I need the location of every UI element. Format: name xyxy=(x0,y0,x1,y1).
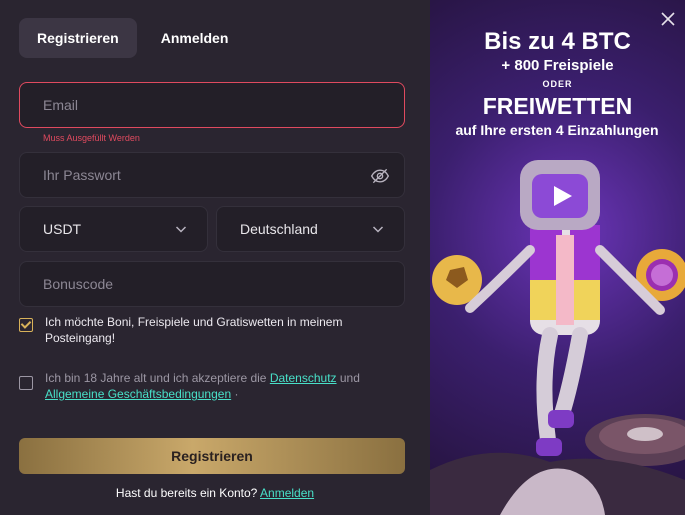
terms-label: Ich bin 18 Jahre alt und ich akzeptiere … xyxy=(45,370,375,402)
email-field-wrapper xyxy=(19,82,405,128)
login-prompt: Hast du bereits ein Konto? Anmelden xyxy=(0,486,430,500)
close-icon[interactable] xyxy=(661,12,675,26)
country-value: Deutschland xyxy=(240,221,318,237)
registration-modal: Registrieren Anmelden Muss Ausgefüllt We… xyxy=(0,0,685,515)
terms-consent-row: Ich bin 18 Jahre alt und ich akzeptiere … xyxy=(19,370,375,402)
email-input[interactable] xyxy=(20,96,345,114)
promo-or: ODER xyxy=(542,79,573,89)
currency-select[interactable]: USDT xyxy=(19,206,208,252)
promo-free-bets: FREIWETTEN xyxy=(482,93,633,119)
currency-value: USDT xyxy=(43,221,82,237)
auth-tabs: Registrieren Anmelden xyxy=(19,18,246,58)
newsletter-consent-row: Ich möchte Boni, Freispiele und Gratiswe… xyxy=(19,314,375,346)
chevron-down-icon xyxy=(372,226,384,233)
terms-suffix: · xyxy=(234,387,239,401)
login-link[interactable]: Anmelden xyxy=(260,486,314,500)
terms-checkbox[interactable] xyxy=(19,376,33,390)
email-error-message: Muss Ausgefüllt Werden xyxy=(43,133,140,143)
bonus-code-field-wrapper xyxy=(19,261,405,307)
promo-deposit-note: auf Ihre ersten 4 Einzahlungen xyxy=(455,122,659,138)
newsletter-label: Ich möchte Boni, Freispiele und Gratiswe… xyxy=(45,315,343,345)
eye-off-icon[interactable] xyxy=(370,166,390,186)
promo-banner: Bis zu 4 BTC + 800 Freispiele ODER FREIW… xyxy=(430,0,685,515)
register-submit-button[interactable]: Registrieren xyxy=(19,438,405,474)
promo-free-spins: + 800 Freispiele xyxy=(501,57,614,74)
terms-and: und xyxy=(339,371,360,385)
promo-headline: Bis zu 4 BTC xyxy=(484,28,631,55)
login-prompt-text: Hast du bereits ein Konto? xyxy=(115,486,258,500)
terms-prefix: Ich bin 18 Jahre alt und ich akzeptiere … xyxy=(45,371,267,385)
chevron-down-icon xyxy=(175,226,187,233)
mascot-illustration xyxy=(430,160,685,515)
bonus-code-input[interactable] xyxy=(20,275,345,293)
newsletter-checkbox[interactable] xyxy=(19,318,33,332)
tab-register[interactable]: Registrieren xyxy=(19,18,137,58)
password-input[interactable] xyxy=(20,166,345,184)
terms-of-service-link[interactable]: Allgemeine Geschäftsbedingungen xyxy=(45,387,231,401)
country-select[interactable]: Deutschland xyxy=(216,206,405,252)
privacy-policy-link[interactable]: Datenschutz xyxy=(270,371,337,385)
registration-form-panel: Registrieren Anmelden Muss Ausgefüllt We… xyxy=(0,0,430,515)
tab-login[interactable]: Anmelden xyxy=(143,18,247,58)
password-field-wrapper xyxy=(19,152,405,198)
